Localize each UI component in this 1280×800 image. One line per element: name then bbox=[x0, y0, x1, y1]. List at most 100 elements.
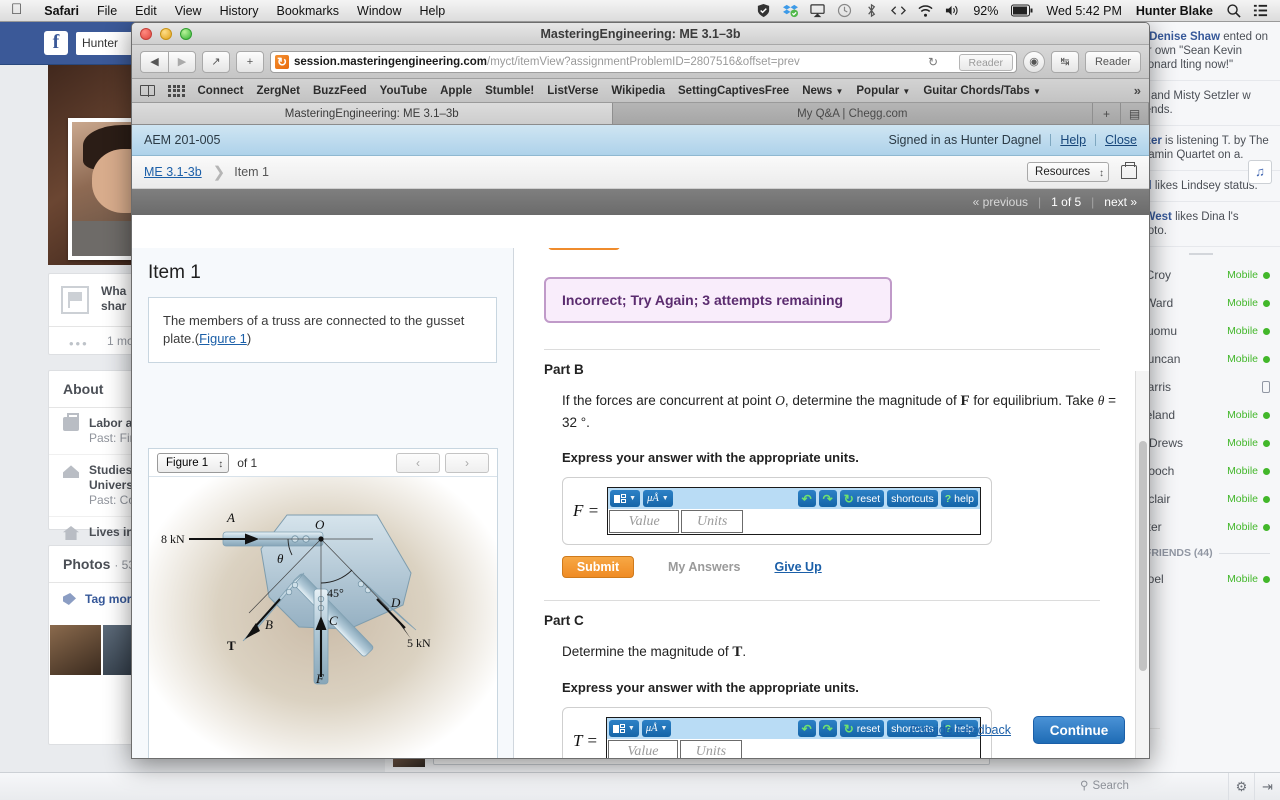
printer-icon[interactable] bbox=[1121, 162, 1137, 179]
spotlight-search-icon[interactable] bbox=[1220, 3, 1247, 18]
reader-toolbar-button[interactable]: Reader bbox=[1085, 50, 1141, 73]
menu-help[interactable]: Help bbox=[410, 0, 454, 22]
battery-icon[interactable] bbox=[1005, 3, 1039, 18]
continue-button[interactable]: Continue bbox=[1033, 716, 1125, 744]
reader-button[interactable]: Reader bbox=[958, 53, 1013, 71]
reload-icon[interactable]: ↻ bbox=[928, 55, 938, 69]
menu-file[interactable]: File bbox=[88, 0, 126, 22]
part-b-submit-button[interactable]: Submit bbox=[562, 556, 634, 578]
scrollbar-thumb[interactable] bbox=[1139, 441, 1147, 671]
provide-feedback-link[interactable]: Provide Feedback bbox=[910, 723, 1011, 737]
reset-button[interactable]: ↻ reset bbox=[839, 720, 885, 737]
template-icon[interactable]: ▼ bbox=[610, 490, 641, 507]
menu-bookmarks[interactable]: Bookmarks bbox=[267, 0, 348, 22]
dropbox-icon[interactable] bbox=[777, 3, 804, 18]
timemachine-icon[interactable] bbox=[831, 3, 858, 18]
more-dots-icon[interactable]: ••• bbox=[69, 336, 89, 351]
address-bar[interactable]: session.masteringengineering.com/myct/it… bbox=[270, 50, 1017, 73]
forward-arrow-icon[interactable]: ▶ bbox=[168, 50, 196, 73]
page-scrollbar[interactable] bbox=[1135, 371, 1149, 758]
help-link[interactable]: Help bbox=[1060, 133, 1086, 147]
help-button[interactable]: ? help bbox=[940, 490, 978, 507]
redo-icon[interactable]: ↷ bbox=[818, 720, 837, 737]
wifi-icon[interactable] bbox=[912, 3, 939, 18]
menu-window[interactable]: Window bbox=[348, 0, 410, 22]
menu-history[interactable]: History bbox=[211, 0, 268, 22]
music-note-icon[interactable]: ♫ bbox=[1248, 160, 1272, 184]
gear-icon[interactable]: ⚙ bbox=[1228, 773, 1254, 800]
redo-icon[interactable]: ↷ bbox=[818, 490, 837, 507]
tab-chegg[interactable]: My Q&A | Chegg.com bbox=[612, 103, 1093, 124]
volume-icon[interactable] bbox=[939, 3, 966, 18]
bookmark-zergnet[interactable]: ZergNet bbox=[257, 85, 300, 97]
bookmark-stumble[interactable]: Stumble! bbox=[485, 85, 534, 97]
units-icon[interactable]: μÅ ▼ bbox=[641, 720, 672, 737]
close-link[interactable]: Close bbox=[1105, 133, 1137, 147]
code-icon[interactable] bbox=[885, 3, 912, 18]
shortcuts-button[interactable]: shortcuts bbox=[887, 490, 938, 507]
user-name[interactable]: Hunter Blake bbox=[1129, 4, 1220, 18]
part-b-value-input[interactable]: Value bbox=[609, 510, 680, 533]
bookmark-youtube[interactable]: YouTube bbox=[380, 85, 427, 97]
bluetooth-icon[interactable] bbox=[858, 3, 885, 18]
bookmarks-sidebar-icon[interactable] bbox=[140, 84, 155, 97]
top-sites-icon[interactable] bbox=[168, 84, 185, 97]
airplay-icon[interactable] bbox=[804, 3, 831, 18]
reset-button[interactable]: ↻ reset bbox=[839, 490, 885, 507]
bookmark-listverse[interactable]: ListVerse bbox=[547, 85, 598, 97]
expand-chat-icon[interactable]: ⇥ bbox=[1254, 773, 1280, 800]
units-icon[interactable]: μÅ ▼ bbox=[643, 490, 673, 507]
online-dot-icon bbox=[1263, 355, 1270, 363]
mastering-page: AEM 201-005 Signed in as Hunter Dagnel H… bbox=[132, 125, 1149, 758]
bookmark-apple[interactable]: Apple bbox=[440, 85, 472, 97]
share-icon[interactable]: ↗ bbox=[202, 50, 230, 73]
resources-dropdown[interactable]: Resources bbox=[1027, 162, 1109, 183]
previous-link[interactable]: « previous bbox=[973, 195, 1028, 209]
part-c-value-input[interactable]: Value bbox=[607, 740, 678, 758]
bookmark-buzzfeed[interactable]: BuzzFeed bbox=[313, 85, 367, 97]
figure-prev-button[interactable]: ‹ bbox=[396, 452, 440, 473]
part-c-units-input[interactable]: Units bbox=[679, 740, 742, 758]
bookmark-popular[interactable]: Popular ▼ bbox=[856, 85, 910, 97]
menu-view[interactable]: View bbox=[166, 0, 211, 22]
figure-next-button[interactable]: › bbox=[445, 452, 489, 473]
bookmark-news[interactable]: News ▼ bbox=[802, 85, 843, 97]
part-b-give-up[interactable]: Give Up bbox=[774, 560, 821, 574]
show-all-tabs-icon[interactable]: ▤ bbox=[1121, 103, 1149, 124]
bookmark-settingcaptivesfree[interactable]: SettingCaptivesFree bbox=[678, 85, 789, 97]
notification-center-icon[interactable] bbox=[1247, 3, 1274, 18]
next-link[interactable]: next » bbox=[1104, 195, 1137, 209]
shield-icon[interactable] bbox=[750, 3, 777, 18]
menu-edit[interactable]: Edit bbox=[126, 0, 166, 22]
bookmark-wikipedia[interactable]: Wikipedia bbox=[611, 85, 665, 97]
chatbar-search-label[interactable]: ⚲ Search bbox=[1080, 778, 1129, 792]
apple-menu-icon[interactable]:  bbox=[0, 2, 35, 17]
bookmark-guitar-chords[interactable]: Guitar Chords/Tabs ▼ bbox=[923, 85, 1041, 97]
undo-icon[interactable]: ↶ bbox=[797, 490, 816, 507]
plus-icon[interactable]: + bbox=[236, 50, 264, 73]
svg-text:T: T bbox=[227, 638, 236, 653]
bookmarks-overflow-icon[interactable]: » bbox=[1134, 83, 1141, 98]
svg-text:O: O bbox=[315, 517, 325, 532]
part-b-my-answers[interactable]: My Answers bbox=[668, 560, 740, 574]
part-b-units-input[interactable]: Units bbox=[681, 510, 744, 533]
part-b-answer-widget[interactable]: ▼ μÅ ▼ ↶ ↷ ↻ reset shortcuts ? help Valu… bbox=[607, 487, 981, 535]
new-tab-button[interactable]: + bbox=[1093, 103, 1121, 124]
tab-mastering[interactable]: MasteringEngineering: ME 3.1–3b bbox=[132, 103, 613, 124]
breadcrumb-root[interactable]: ME 3.1-3b bbox=[144, 165, 202, 179]
undo-icon[interactable]: ↶ bbox=[797, 720, 816, 737]
back-arrow-icon[interactable]: ◀ bbox=[140, 50, 168, 73]
sidebar-toggle-icon[interactable]: ↹ bbox=[1051, 50, 1079, 73]
mobile-phone-icon bbox=[1262, 381, 1270, 393]
figure-select[interactable]: Figure 1 bbox=[157, 452, 230, 474]
menu-safari[interactable]: Safari bbox=[35, 0, 88, 22]
previous-submit-button-stub[interactable] bbox=[548, 248, 620, 250]
facebook-logo-icon[interactable]: f bbox=[44, 31, 68, 55]
clock: Wed 5:42 PM bbox=[1046, 3, 1122, 18]
breadcrumb-current: Item 1 bbox=[234, 165, 269, 179]
briefcase-icon bbox=[63, 413, 79, 431]
template-icon[interactable]: ▼ bbox=[608, 720, 639, 737]
privacy-icon[interactable]: ◉ bbox=[1023, 50, 1045, 73]
bookmark-connect[interactable]: Connect bbox=[198, 85, 244, 97]
figure-1-link[interactable]: Figure 1 bbox=[199, 331, 247, 346]
